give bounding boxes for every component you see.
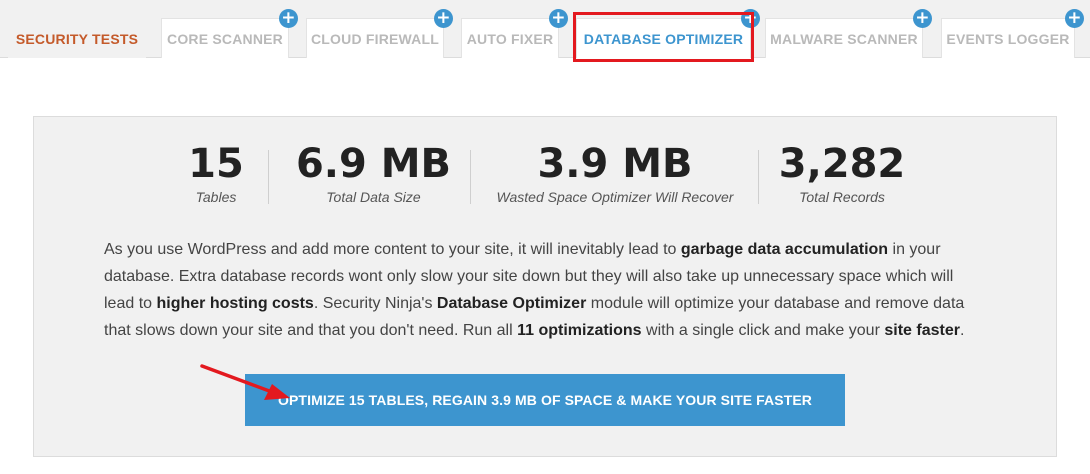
stat-value: 3,282	[778, 141, 906, 187]
stat-total-records: 3,282 Total Records	[774, 141, 910, 205]
tab-label: AUTO FIXER	[466, 30, 554, 47]
plus-icon[interactable]: +	[434, 9, 453, 28]
stat-wasted-space: 3.9 MB Wasted Space Optimizer Will Recov…	[484, 141, 746, 205]
tab-label: EVENTS LOGGER	[946, 30, 1070, 47]
tab-auto-fixer[interactable]: AUTO FIXER +	[461, 9, 568, 58]
description-text: As you use WordPress and add more conten…	[104, 241, 965, 339]
tab-cloud-firewall[interactable]: CLOUD FIREWALL +	[306, 9, 453, 58]
tab-label: CLOUD FIREWALL	[310, 30, 439, 47]
tab-events-logger[interactable]: EVENTS LOGGER +	[941, 9, 1084, 58]
stat-divider	[470, 150, 471, 204]
stat-value: 15	[188, 141, 244, 187]
plus-icon[interactable]: +	[279, 9, 298, 28]
stat-divider	[758, 150, 759, 204]
optimizer-panel: 15 Tables 6.9 MB Total Data Size 3.9 MB …	[33, 116, 1057, 457]
stat-label: Total Records	[799, 189, 885, 205]
tab-malware-scanner[interactable]: MALWARE SCANNER +	[765, 9, 932, 58]
tab-label: MALWARE SCANNER	[770, 30, 918, 47]
tab-core-scanner[interactable]: CORE SCANNER +	[161, 9, 298, 58]
stat-label: Total Data Size	[326, 189, 421, 205]
stat-value: 6.9 MB	[295, 141, 452, 187]
tab-security-tests[interactable]: SECURITY TESTS	[8, 18, 146, 58]
stat-tables: 15 Tables	[176, 141, 256, 205]
tab-label: DATABASE OPTIMIZER	[583, 30, 744, 47]
optimize-button[interactable]: OPTIMIZE 15 TABLES, REGAIN 3.9 MB OF SPA…	[245, 374, 845, 426]
plus-icon[interactable]: +	[1065, 9, 1084, 28]
stat-divider	[268, 150, 269, 204]
plus-icon[interactable]: +	[913, 9, 932, 28]
stat-label: Wasted Space Optimizer Will Recover	[496, 189, 734, 205]
tab-label: SECURITY TESTS	[15, 30, 139, 47]
stat-value: 3.9 MB	[537, 141, 693, 187]
red-arrow-icon	[200, 364, 290, 400]
plus-icon[interactable]: +	[549, 9, 568, 28]
tab-bar: SECURITY TESTS CORE SCANNER + CLOUD FIRE…	[0, 0, 1090, 58]
stat-label: Tables	[195, 189, 237, 205]
plus-icon[interactable]: +	[741, 9, 760, 28]
stat-total-data-size: 6.9 MB Total Data Size	[286, 141, 461, 205]
tab-database-optimizer[interactable]: DATABASE OPTIMIZER +	[576, 9, 760, 58]
tab-label: CORE SCANNER	[167, 30, 283, 47]
